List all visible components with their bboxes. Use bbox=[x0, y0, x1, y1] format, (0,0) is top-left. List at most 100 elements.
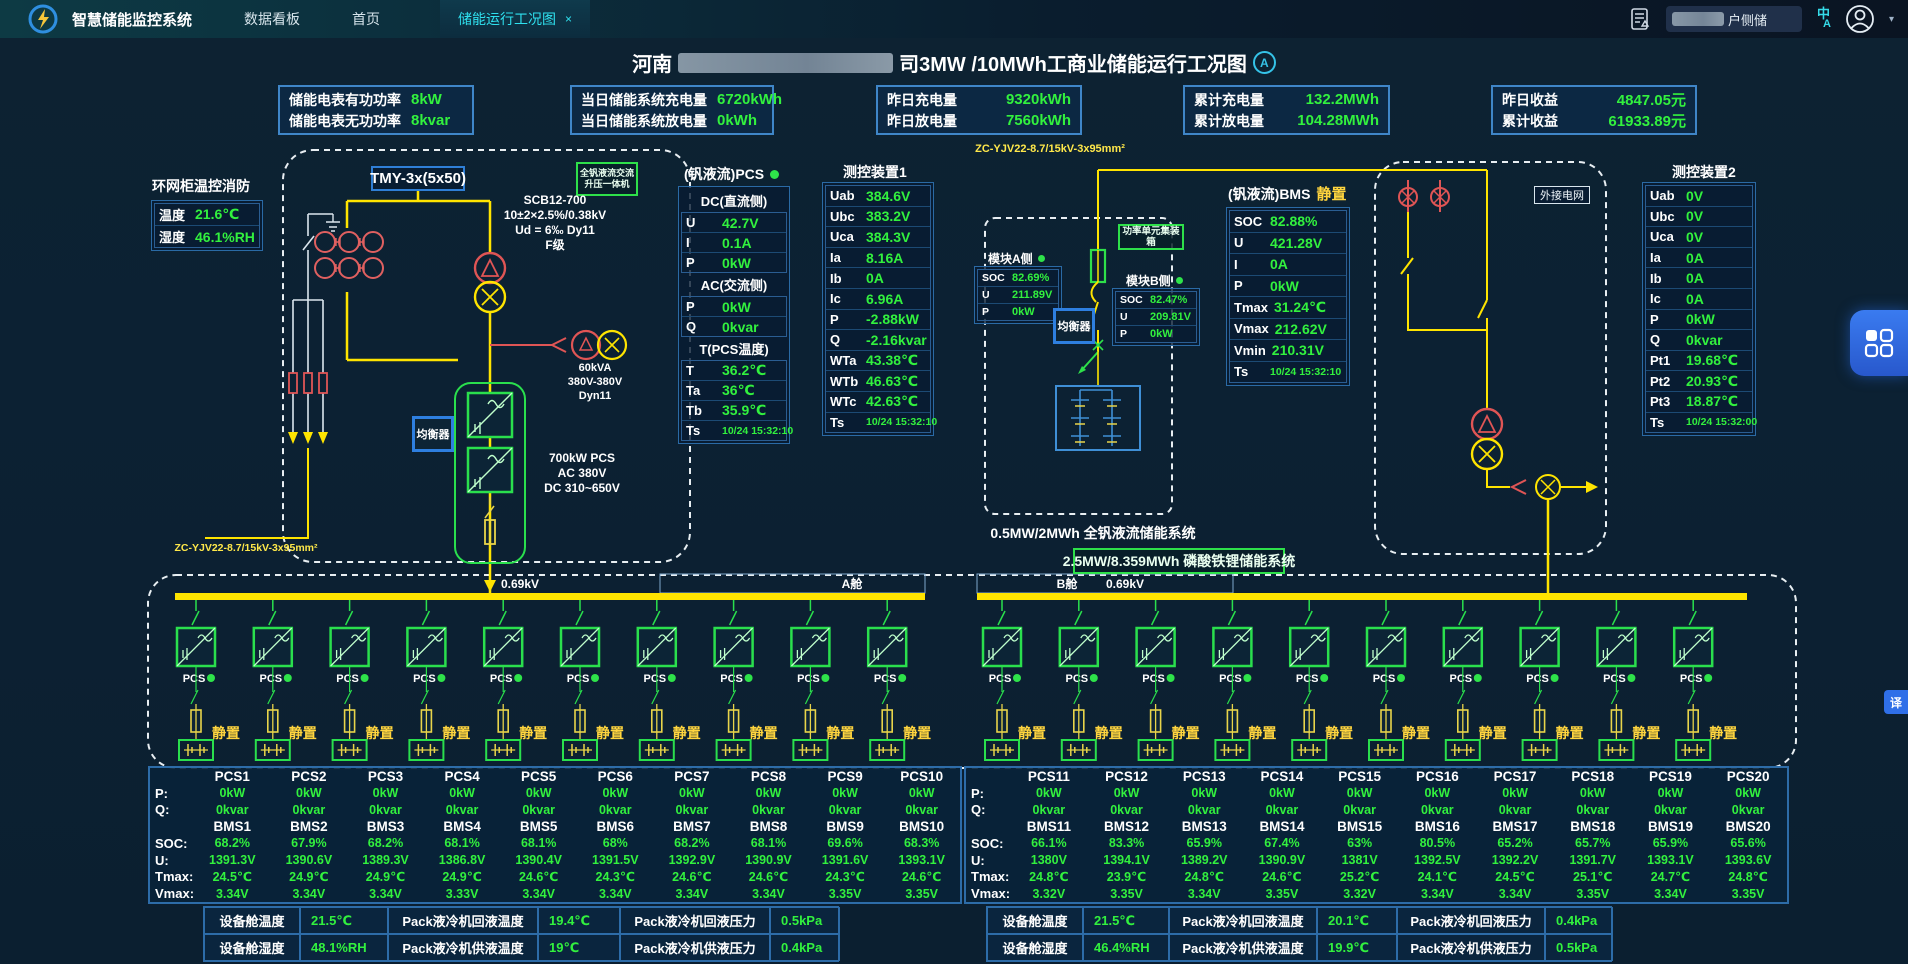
pcs-status-dot bbox=[1167, 674, 1175, 682]
table-value-cell: 1391.6V bbox=[807, 852, 884, 869]
data-row: Ts10/24 15:32:10 bbox=[826, 413, 930, 433]
data-label: Vmax bbox=[1234, 321, 1269, 336]
idle-status-label: 静置 bbox=[1479, 725, 1507, 741]
table-value-cell: 0kW bbox=[1709, 785, 1787, 802]
balancer-mid-label: 均衡器 bbox=[1053, 308, 1095, 344]
title-badge-icon[interactable]: A bbox=[1253, 51, 1276, 74]
table-value-cell: 68% bbox=[577, 835, 654, 852]
data-row: Uca384.3V bbox=[826, 227, 930, 248]
table-value-cell: 3.34V bbox=[1476, 885, 1554, 902]
table-value-cell: 1391.5V bbox=[577, 852, 654, 869]
nav-item-home[interactable]: 首页 bbox=[352, 9, 380, 29]
mc1-panel-title: 测控装置1 bbox=[843, 162, 907, 182]
pcs-status-dot bbox=[514, 674, 522, 682]
idle-status-label: 静置 bbox=[289, 725, 317, 741]
data-label: Uca bbox=[830, 229, 860, 244]
table-name-cell: BMS6 bbox=[577, 818, 654, 835]
section-table: U42.7VI0.1AP0kW bbox=[681, 212, 787, 273]
table-name-cell: PCS8 bbox=[730, 768, 807, 785]
env-value-cell: 0.5kPa bbox=[1545, 934, 1613, 961]
nav-item-dashboard[interactable]: 数据看板 bbox=[244, 9, 300, 29]
data-row: U209.81V bbox=[1116, 309, 1196, 326]
table-value-cell: 0kW bbox=[1632, 785, 1710, 802]
vanadium-caption: 0.5MW/2MWh 全钒液流储能系统 bbox=[988, 524, 1198, 542]
table-value-cell: 68.2% bbox=[194, 835, 271, 852]
pcs-unit: PCS静置 bbox=[1674, 600, 1737, 760]
table-value-cell: 68.1% bbox=[500, 835, 577, 852]
stat-row: 储能电表无功功率8kvar bbox=[289, 111, 463, 131]
table-value-cell: 3.32V bbox=[1010, 885, 1088, 902]
table-value-cell: 24.8℃ bbox=[1010, 869, 1088, 886]
stat-box: 昨日充电量9320kWh昨日放电量7560kWh bbox=[876, 85, 1082, 135]
busbar-b bbox=[977, 593, 1747, 600]
module-a-table: SOC82.69%U211.89VP0kW bbox=[977, 269, 1059, 321]
top-nav: 智慧储能监控系统 数据看板 首页 储能运行工况图 × 户侧储 中A ▾ bbox=[0, 0, 1908, 38]
table-value-cell: 3.33V bbox=[424, 885, 501, 902]
station-selector[interactable]: 户侧储 bbox=[1666, 6, 1802, 32]
idle-status-label: 静置 bbox=[442, 725, 470, 741]
tab-close-icon[interactable]: × bbox=[565, 12, 572, 26]
table-value-cell: 1392.2V bbox=[1476, 852, 1554, 869]
env-panel: 温度21.6℃湿度46.1%RH bbox=[151, 200, 263, 251]
table-name-cell: BMS9 bbox=[807, 818, 884, 835]
data-row: WTc42.63℃ bbox=[826, 392, 930, 413]
left-cable-line bbox=[205, 448, 308, 538]
app-grid-button[interactable] bbox=[1850, 310, 1908, 376]
env-value-cell: 20.1℃ bbox=[1317, 907, 1397, 934]
table-value-cell: 0kvar bbox=[1632, 802, 1710, 819]
table-name-cell: BMS15 bbox=[1321, 818, 1399, 835]
data-value: 8.16A bbox=[866, 250, 903, 266]
pcs-status-dot bbox=[821, 674, 829, 682]
data-label: 温度 bbox=[159, 205, 189, 224]
report-icon[interactable] bbox=[1630, 7, 1652, 31]
table-value-cell: 24.8℃ bbox=[1709, 869, 1787, 886]
table-row-label: SOC: bbox=[966, 835, 1010, 852]
env-bar-left: 设备舱温度21.5℃Pack液冷机回液温度19.4℃Pack液冷机回液压力0.5… bbox=[203, 906, 839, 962]
table-value-cell: 67.4% bbox=[1243, 835, 1321, 852]
title-prefix: 河南 bbox=[632, 48, 672, 77]
data-label: WTb bbox=[830, 374, 860, 389]
table-name-cell: BMS20 bbox=[1709, 818, 1787, 835]
stat-row: 当日储能系统放电量0kWh bbox=[581, 111, 763, 131]
chevron-down-icon[interactable]: ▾ bbox=[1889, 14, 1894, 25]
scada-dashboard: { "nav": { "brand": "智慧储能监控系统", "menu": … bbox=[0, 0, 1908, 964]
balancer-left-label: 均衡器 bbox=[412, 416, 454, 452]
table-value-cell: 0kW bbox=[1165, 785, 1243, 802]
table-value-cell: 1390.6V bbox=[271, 852, 348, 869]
table-value-cell: 24.6℃ bbox=[654, 869, 731, 886]
pcs-unit-label: PCS bbox=[259, 673, 282, 685]
data-row: I0A bbox=[1230, 254, 1346, 276]
env-label-cell: Pack液冷机供液温度 bbox=[388, 934, 538, 961]
table-value-cell: 23.9℃ bbox=[1088, 869, 1166, 886]
env-label-cell: 设备舱温度 bbox=[987, 907, 1083, 934]
tab-energy-diagram[interactable]: 储能运行工况图 × bbox=[440, 0, 590, 38]
data-row: Tmax31.24℃ bbox=[1230, 297, 1346, 319]
table-value-cell: 3.34V bbox=[194, 885, 271, 902]
data-value: 0kW bbox=[722, 255, 751, 271]
translate-button[interactable]: 译 bbox=[1884, 690, 1908, 714]
data-row: Ta36℃ bbox=[682, 381, 786, 401]
data-row: Ic0A bbox=[1646, 289, 1752, 310]
table-value-cell: 65.2% bbox=[1476, 835, 1554, 852]
table-name-cell: PCS19 bbox=[1632, 768, 1710, 785]
data-row: Ts10/24 15:32:10 bbox=[1230, 362, 1346, 383]
module-b-table: SOC82.47%U209.81VP0kW bbox=[1115, 291, 1197, 343]
avatar[interactable] bbox=[1845, 4, 1875, 34]
table-value-cell: 0kW bbox=[730, 785, 807, 802]
pcs-unit-label: PCS bbox=[1526, 673, 1549, 685]
data-label: U bbox=[686, 215, 716, 230]
idle-status-label: 静置 bbox=[1248, 725, 1276, 741]
data-label: P bbox=[686, 255, 716, 270]
data-label: Ts bbox=[1650, 415, 1680, 430]
pcs-unit-label: PCS bbox=[720, 673, 743, 685]
table-name-cell: BMS13 bbox=[1165, 818, 1243, 835]
table-name-cell: PCS2 bbox=[271, 768, 348, 785]
pcs-unit: PCS静置 bbox=[1444, 600, 1507, 760]
table-value-cell: 0kW bbox=[654, 785, 731, 802]
language-toggle-icon[interactable]: 中A bbox=[1816, 9, 1831, 29]
stat-value: 7560kWh bbox=[1006, 112, 1071, 129]
stat-label: 累计充电量 bbox=[1194, 90, 1264, 110]
table-value-cell: 3.34V bbox=[347, 885, 424, 902]
stat-label: 昨日收益 bbox=[1502, 90, 1558, 110]
table-value-cell: 68.2% bbox=[654, 835, 731, 852]
